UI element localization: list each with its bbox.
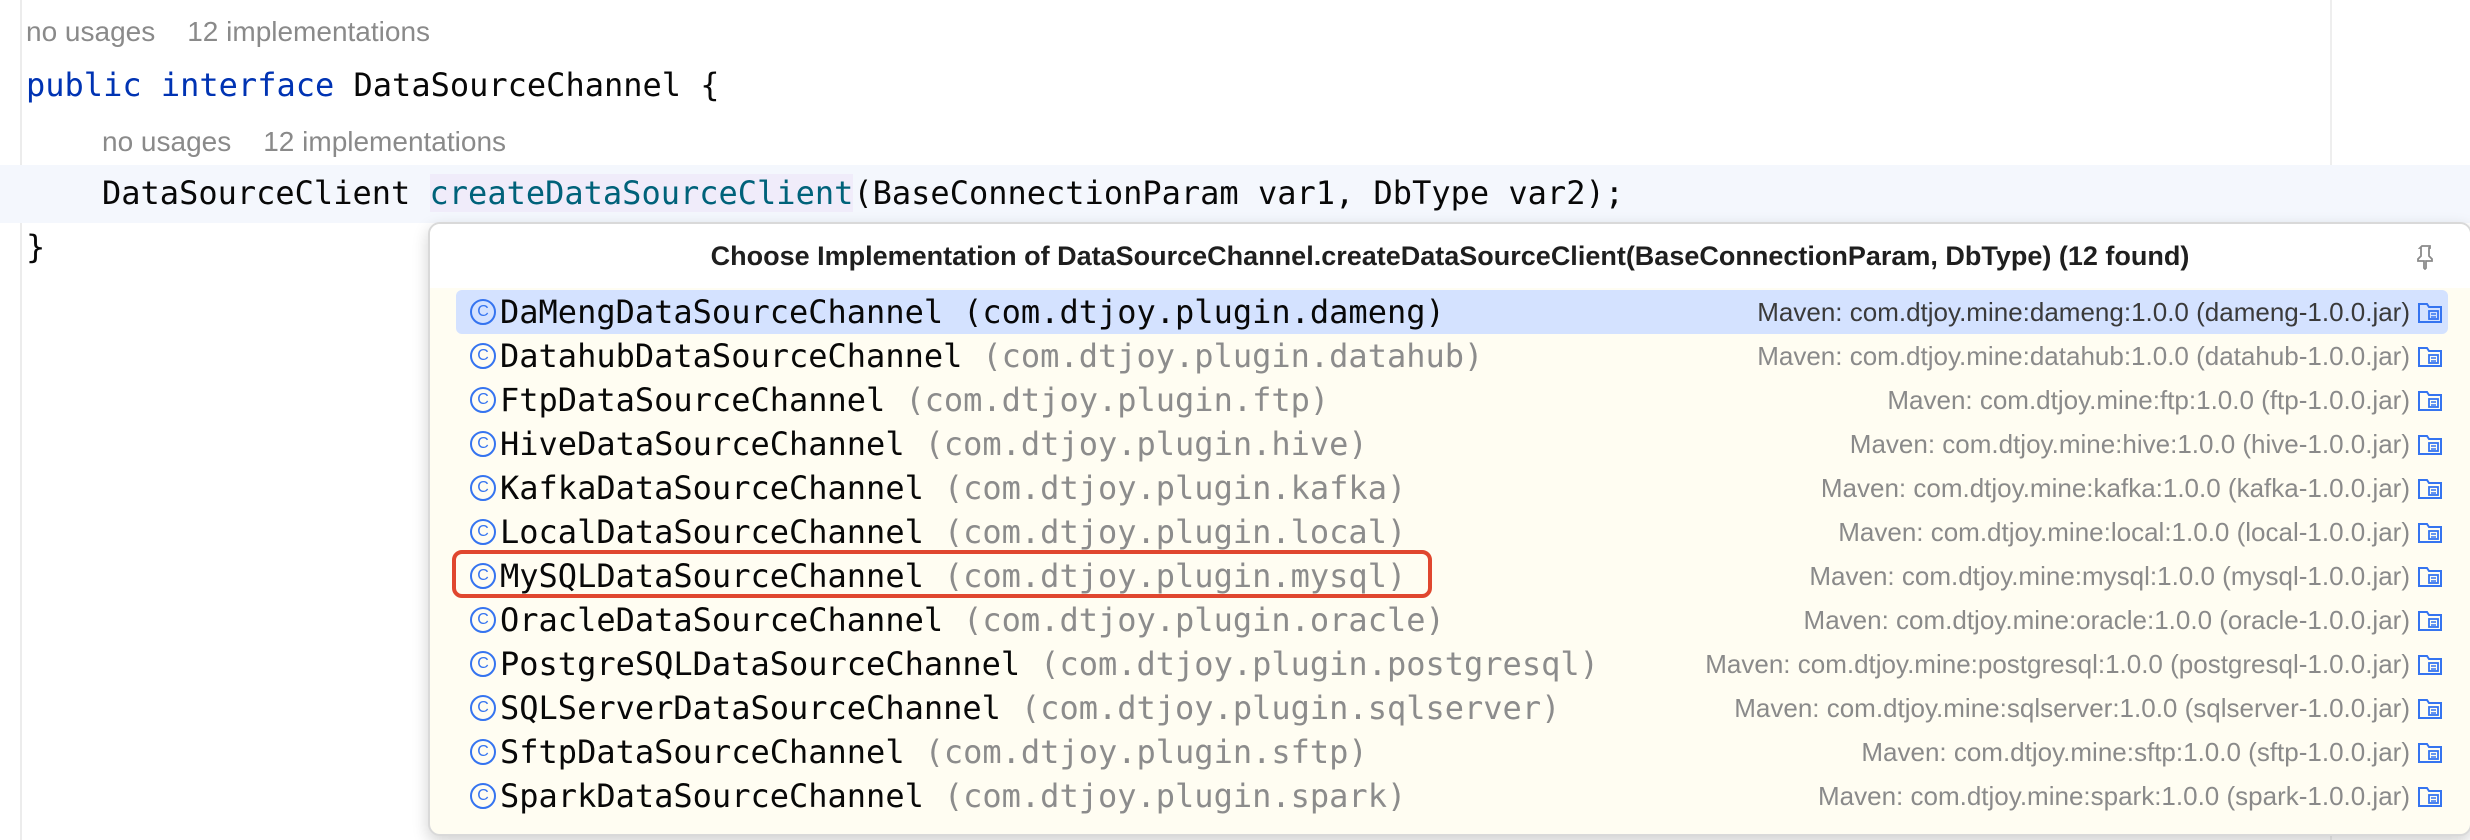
library-location: Maven: com.dtjoy.mine:datahub:1.0.0 (dat…: [1757, 340, 2410, 371]
class-icon: C: [470, 387, 496, 413]
package-name: (com.dtjoy.plugin.ftp): [905, 381, 1330, 419]
package-name: (com.dtjoy.plugin.datahub): [982, 337, 1484, 375]
package-name: (com.dtjoy.plugin.sqlserver): [1020, 689, 1561, 727]
usages-hint[interactable]: no usages: [102, 126, 231, 157]
class-name: FtpDataSourceChannel: [500, 381, 886, 419]
inlay-hint-method[interactable]: no usages 12 implementations: [102, 126, 538, 158]
library-location: Maven: com.dtjoy.mine:oracle:1.0.0 (orac…: [1803, 604, 2410, 635]
library-jar-icon: [2418, 523, 2442, 543]
class-icon: C: [470, 519, 496, 545]
library-location: Maven: com.dtjoy.mine:mysql:1.0.0 (mysql…: [1809, 560, 2410, 591]
library-jar-icon: [2418, 787, 2442, 807]
library-jar-icon: [2418, 611, 2442, 631]
code-line-method[interactable]: DataSourceClient createDataSourceClient(…: [102, 174, 1624, 212]
library-jar-icon: [2418, 699, 2442, 719]
class-name: SQLServerDataSourceChannel: [500, 689, 1001, 727]
library-location: Maven: com.dtjoy.mine:local:1.0.0 (local…: [1838, 516, 2410, 547]
implementation-item[interactable]: C KafkaDataSourceChannel (com.dtjoy.plugin…: [456, 466, 2448, 510]
library-location: Maven: com.dtjoy.mine:sqlserver:1.0.0 (s…: [1734, 692, 2410, 723]
library-location: Maven: com.dtjoy.mine:postgresql:1.0.0 (…: [1705, 648, 2410, 679]
library-jar-icon: [2418, 567, 2442, 587]
library-jar-icon: [2418, 303, 2442, 323]
class-name: PostgreSQLDataSourceChannel: [500, 645, 1021, 683]
implementation-item[interactable]: C OracleDataSourceChannel (com.dtjoy.plugi…: [456, 598, 2448, 642]
class-name: KafkaDataSourceChannel: [500, 469, 924, 507]
library-location: Maven: com.dtjoy.mine:kafka:1.0.0 (kafka…: [1820, 472, 2410, 503]
implementation-item[interactable]: C PostgreSQLDataSourceChannel (com.dtjoy.p…: [456, 642, 2448, 686]
implementation-item[interactable]: C MySQLDataSourceChannel (com.dtjoy.plugin…: [452, 550, 2448, 598]
inlay-hint-interface[interactable]: no usages 12 implementations: [26, 16, 462, 48]
code-line-interface[interactable]: public interface DataSourceChannel {: [26, 66, 720, 104]
package-name: (com.dtjoy.plugin.spark): [943, 777, 1407, 815]
interface-name: DataSourceChannel {: [353, 66, 720, 104]
implementations-hint[interactable]: 12 implementations: [187, 16, 430, 47]
class-name: SftpDataSourceChannel: [500, 733, 905, 771]
class-name: SparkDataSourceChannel: [500, 777, 924, 815]
package-name: (com.dtjoy.plugin.sftp): [924, 733, 1368, 771]
class-icon: C: [470, 431, 496, 457]
return-type: DataSourceClient: [102, 174, 411, 212]
package-name: (com.dtjoy.plugin.postgresql): [1040, 645, 1599, 683]
implementation-item[interactable]: C SparkDataSourceChannel (com.dtjoy.plugin…: [456, 774, 2448, 818]
method-name[interactable]: createDataSourceClient: [429, 174, 854, 212]
library-location: Maven: com.dtjoy.mine:ftp:1.0.0 (ftp-1.0…: [1887, 384, 2410, 415]
library-location: Maven: com.dtjoy.mine:dameng:1.0.0 (dame…: [1757, 296, 2410, 327]
package-name: (com.dtjoy.plugin.local): [943, 513, 1407, 551]
package-name: (com.dtjoy.plugin.dameng): [963, 293, 1445, 331]
implementations-hint[interactable]: 12 implementations: [263, 126, 506, 157]
class-name: OracleDataSourceChannel: [500, 601, 944, 639]
popup-header: Choose Implementation of DataSourceChann…: [430, 224, 2470, 288]
method-params: (BaseConnectionParam var1, DbType var2);: [853, 174, 1624, 212]
library-jar-icon: [2418, 655, 2442, 675]
class-name: MySQLDataSourceChannel: [500, 557, 924, 595]
library-jar-icon: [2418, 435, 2442, 455]
package-name: (com.dtjoy.plugin.hive): [924, 425, 1368, 463]
implementation-list[interactable]: C DaMengDataSourceChannel (com.dtjoy.plugi…: [430, 288, 2470, 818]
editor-gutter-divider: [20, 0, 22, 840]
library-jar-icon: [2418, 347, 2442, 367]
library-jar-icon: [2418, 391, 2442, 411]
class-icon: C: [470, 739, 496, 765]
class-name: DatahubDataSourceChannel: [500, 337, 963, 375]
class-icon: C: [470, 563, 496, 589]
implementation-item[interactable]: C DatahubDataSourceChannel (com.dtjoy.plug…: [456, 334, 2448, 378]
package-name: (com.dtjoy.plugin.kafka): [943, 469, 1407, 507]
package-name: (com.dtjoy.plugin.mysql): [943, 557, 1407, 595]
package-name: (com.dtjoy.plugin.oracle): [963, 601, 1445, 639]
implementation-item[interactable]: C SftpDataSourceChannel (com.dtjoy.plugin.…: [456, 730, 2448, 774]
class-name: DaMengDataSourceChannel: [500, 293, 944, 331]
library-jar-icon: [2418, 479, 2442, 499]
class-icon: C: [470, 475, 496, 501]
code-line-closing-brace[interactable]: }: [26, 228, 45, 266]
library-jar-icon: [2418, 743, 2442, 763]
class-icon: C: [470, 343, 496, 369]
choose-implementation-popup[interactable]: Choose Implementation of DataSourceChann…: [428, 222, 2470, 836]
implementation-item[interactable]: C DaMengDataSourceChannel (com.dtjoy.plugi…: [456, 290, 2448, 334]
class-name: HiveDataSourceChannel: [500, 425, 905, 463]
popup-title: Choose Implementation of DataSourceChann…: [710, 240, 2190, 271]
keyword-public: public: [26, 66, 142, 104]
implementation-item[interactable]: C FtpDataSourceChannel (com.dtjoy.plugin.f…: [456, 378, 2448, 422]
implementation-item[interactable]: C LocalDataSourceChannel (com.dtjoy.plugin…: [456, 510, 2448, 554]
library-location: Maven: com.dtjoy.mine:hive:1.0.0 (hive-1…: [1849, 428, 2410, 459]
pin-icon[interactable]: [2414, 244, 2438, 270]
class-name: LocalDataSourceChannel: [500, 513, 924, 551]
usages-hint[interactable]: no usages: [26, 16, 155, 47]
class-icon: C: [470, 695, 496, 721]
library-location: Maven: com.dtjoy.mine:sftp:1.0.0 (sftp-1…: [1861, 736, 2410, 767]
keyword-interface: interface: [160, 66, 335, 104]
class-icon: C: [470, 651, 496, 677]
implementation-item[interactable]: C SQLServerDataSourceChannel (com.dtjoy.pl…: [456, 686, 2448, 730]
class-icon: C: [470, 783, 496, 809]
implementation-item[interactable]: C HiveDataSourceChannel (com.dtjoy.plugin.…: [456, 422, 2448, 466]
library-location: Maven: com.dtjoy.mine:spark:1.0.0 (spark…: [1818, 780, 2410, 811]
class-icon: C: [470, 299, 496, 325]
class-icon: C: [470, 607, 496, 633]
